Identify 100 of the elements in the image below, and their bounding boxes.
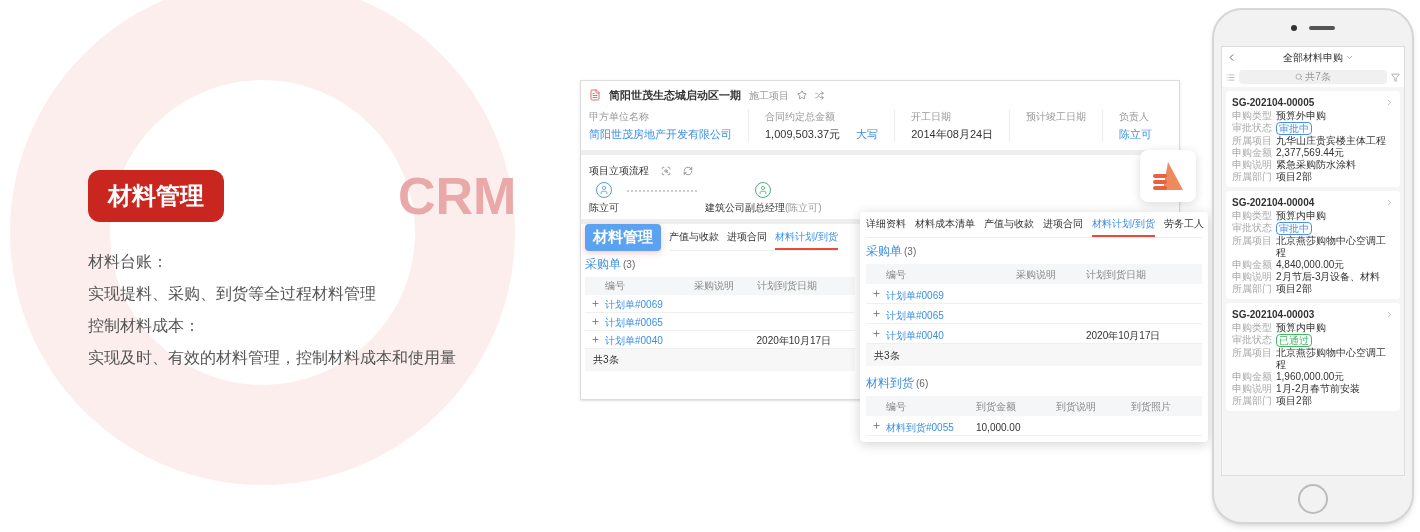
- table-link[interactable]: 计划单#0065: [886, 309, 944, 321]
- request-card[interactable]: SG-202104-00003 申购类型 预算内申购 审批状态 已通过 所属项目 北京燕莎购物中心空调工程 申购金额 1,960,000.00元 申购说明 1月-2月春节前安装 所属部门 项目2部: [1226, 303, 1400, 411]
- field-label: 申购金额: [1232, 371, 1272, 383]
- section-title: 采购单: [866, 243, 902, 260]
- column-header: 到货照片: [1131, 399, 1172, 414]
- field-label: 审批状态: [1232, 334, 1272, 346]
- uppercase-link[interactable]: 大写: [856, 125, 879, 143]
- tab[interactable]: 劳务工人: [1163, 212, 1204, 237]
- field-label: 申购类型: [1232, 322, 1272, 334]
- row-total: 共3条: [874, 348, 900, 363]
- field-label: 所属项目: [1232, 235, 1272, 247]
- logo-icon: [1151, 161, 1185, 191]
- tab[interactable]: 进项合同: [1043, 212, 1083, 237]
- field-link[interactable]: 陈立可: [1119, 125, 1153, 143]
- field-value: 预算外申购: [1276, 110, 1326, 122]
- field-value: 4,840,000.00元: [1276, 259, 1345, 271]
- refresh-icon[interactable]: [683, 165, 693, 176]
- brand-watermark: CRM: [398, 170, 517, 222]
- status-tag: 审批中: [1276, 122, 1312, 135]
- tab[interactable]: 详细资料: [866, 212, 906, 237]
- home-button[interactable]: [1298, 484, 1328, 514]
- section-title: 材料到货: [866, 375, 914, 392]
- field-label: 审批状态: [1232, 122, 1272, 134]
- field-label: 所属项目: [1232, 135, 1272, 147]
- tab[interactable]: 进项合同: [727, 224, 767, 250]
- tab[interactable]: 材料计划/到货: [1092, 212, 1155, 237]
- column-header: 采购说明: [693, 279, 735, 293]
- table-link[interactable]: 计划单#0069: [605, 299, 663, 310]
- feature-text: 材料台账：: [88, 252, 168, 272]
- scan-icon[interactable]: [661, 165, 671, 176]
- request-code: SG-202104-00005: [1232, 96, 1315, 110]
- field-label: 所属项目: [1232, 347, 1272, 359]
- table-cell: 2020年10月17日: [756, 335, 832, 346]
- expand-icon[interactable]: [871, 329, 881, 338]
- dotted-connector: [627, 190, 697, 192]
- section-title: 采购单: [585, 255, 621, 273]
- section-count: (3): [623, 257, 636, 272]
- field-label: 开工日期: [911, 110, 953, 124]
- expand-icon[interactable]: [871, 421, 881, 430]
- tab[interactable]: 产值与收款: [984, 212, 1034, 237]
- field-label: 审批状态: [1232, 222, 1272, 234]
- field-value: 1月-2月春节前安装: [1276, 383, 1361, 395]
- expand-icon[interactable]: [590, 334, 600, 344]
- column-header: 编号: [886, 267, 907, 282]
- column-header: 到货金额: [976, 399, 1017, 414]
- field-label: 申购类型: [1232, 210, 1272, 222]
- field-value: 北京燕莎购物中心空调工程: [1276, 235, 1387, 259]
- request-card[interactable]: SG-202104-00005 申购类型 预算外申购 审批状态 审批中 所属项目 九华山庄贵宾楼主体工程 申购金额 2,377,569.44元 申购说明 紧急采购防水涂料 所属部门 项目2部: [1226, 91, 1400, 187]
- field-label: 所属部门: [1232, 283, 1272, 295]
- list-icon[interactable]: [1226, 72, 1235, 82]
- field-label: 申购说明: [1232, 159, 1272, 171]
- column-header: 编号: [605, 279, 626, 293]
- tab[interactable]: 材料计划/到货: [775, 224, 838, 250]
- expand-icon[interactable]: [871, 289, 881, 298]
- search-field[interactable]: 共7条: [1239, 70, 1387, 84]
- filter-icon[interactable]: [1391, 72, 1400, 82]
- table-link[interactable]: 计划单#0040: [886, 329, 944, 341]
- table-link[interactable]: 计划单#0040: [605, 335, 663, 346]
- switch-icon[interactable]: [815, 90, 824, 100]
- field-label: 申购金额: [1232, 147, 1272, 159]
- search-icon: [1295, 73, 1304, 81]
- field-value: 项目2部: [1276, 283, 1312, 295]
- chevron-icon: [1385, 310, 1394, 319]
- field-label: 申购说明: [1232, 383, 1272, 395]
- column-header: 计划到货日期: [1086, 267, 1147, 282]
- feature-text: 实现提料、采购、到货等全过程材料管理: [88, 284, 376, 304]
- expand-icon[interactable]: [590, 316, 600, 326]
- status-tag: 审批中: [1276, 222, 1312, 235]
- field-label: 负责人: [1119, 110, 1151, 124]
- document-icon: [589, 89, 601, 101]
- expand-icon[interactable]: [871, 309, 881, 318]
- star-icon[interactable]: [797, 90, 807, 100]
- column-header: 采购说明: [1016, 267, 1057, 282]
- field-link[interactable]: 简阳世茂房地产开发有限公司: [589, 125, 732, 143]
- request-code: SG-202104-00004: [1232, 196, 1315, 210]
- status-tag: 已通过: [1276, 334, 1312, 347]
- field-label: 合同约定总金额: [765, 110, 836, 124]
- expand-icon[interactable]: [590, 298, 600, 308]
- table-cell: 10,000.00: [976, 421, 1021, 433]
- field-value: 1,009,503.37元: [765, 126, 841, 142]
- project-tag: 施工项目: [749, 87, 789, 103]
- column-header: 编号: [886, 399, 907, 414]
- request-card[interactable]: SG-202104-00004 申购类型 预算内申购 审批状态 审批中 所属项目 北京燕莎购物中心空调工程 申购金额 4,840,000.00元 申购说明 2月节后-3月设备、材料 所属部门 项目2部: [1226, 191, 1400, 299]
- field-value: 九华山庄贵宾楼主体工程: [1276, 135, 1386, 147]
- field-value: 1,960,000.00元: [1276, 371, 1345, 383]
- field-value: 北京燕莎购物中心空调工程: [1276, 347, 1387, 371]
- step-name: 建筑公司副总经理(陈立可): [705, 201, 822, 215]
- step-name: 陈立可: [589, 201, 619, 215]
- field-label: 申购类型: [1232, 110, 1272, 122]
- field-label: 申购金额: [1232, 259, 1272, 271]
- tab[interactable]: 产值与收款: [669, 224, 719, 250]
- table-link[interactable]: 计划单#0069: [886, 289, 944, 301]
- table-link[interactable]: 材料到货#0055: [886, 421, 954, 433]
- module-badge: 材料管理: [585, 224, 661, 251]
- field-value: 项目2部: [1276, 171, 1312, 183]
- chevron-icon: [1385, 98, 1394, 107]
- field-value: 2,377,569.44元: [1276, 147, 1345, 159]
- column-header: 计划到货日期: [756, 279, 818, 293]
- tab[interactable]: 材料成本清单: [915, 212, 975, 237]
- table-link[interactable]: 计划单#0065: [605, 317, 663, 328]
